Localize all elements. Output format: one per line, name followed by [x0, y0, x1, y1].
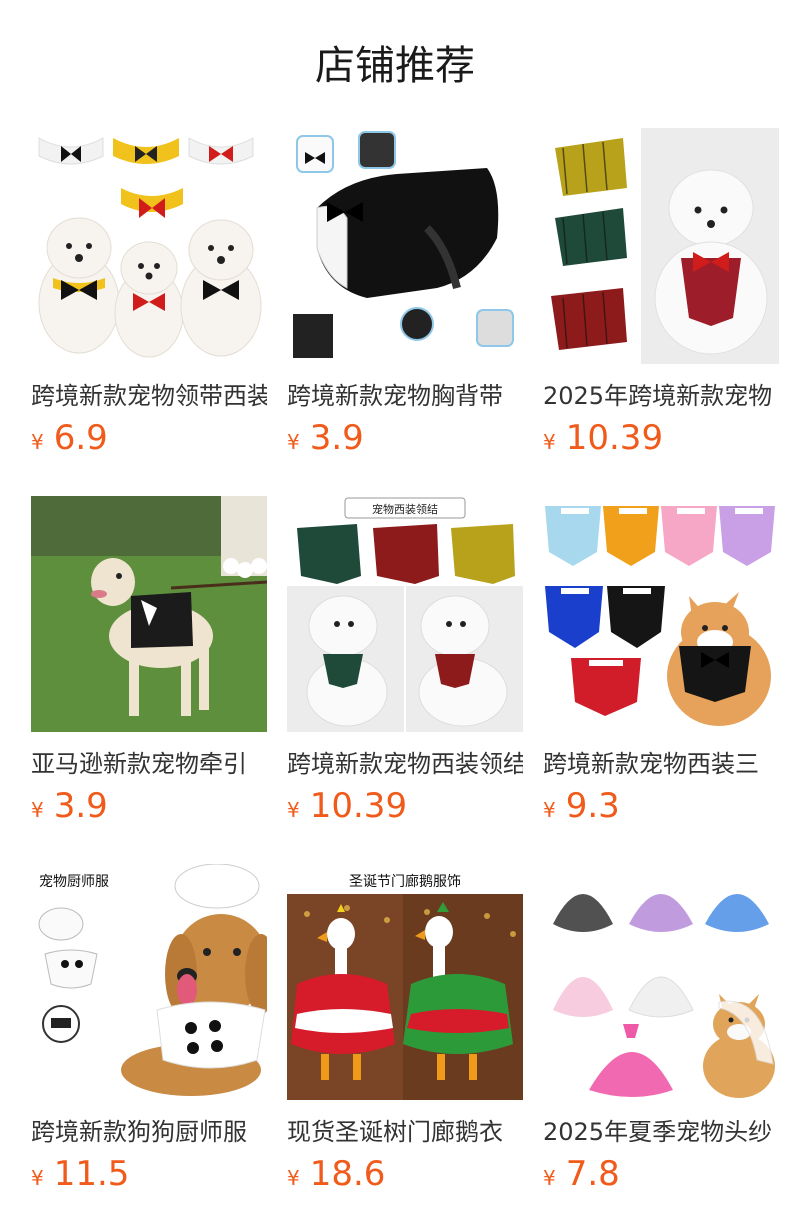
product-card[interactable]: 2025年跨境新款宠物 ¥10.39 [543, 128, 779, 468]
price-value: 9.3 [565, 786, 620, 826]
currency-symbol: ¥ [287, 798, 300, 822]
product-grid: 跨境新款宠物领带西装 ¥6.9 跨境新款宠物胸背带 ¥3.9 2025年跨境新款… [0, 0, 790, 1232]
price-value: 11.5 [53, 1154, 130, 1194]
product-image[interactable] [31, 128, 267, 364]
product-price: ¥11.5 [31, 1154, 129, 1194]
price-value: 7.8 [565, 1154, 620, 1194]
product-price: ¥3.9 [287, 418, 364, 458]
currency-symbol: ¥ [31, 798, 44, 822]
product-title[interactable]: 亚马逊新款宠物牵引 [31, 748, 267, 780]
product-card[interactable]: 跨境新款宠物西装三 ¥9.3 [543, 496, 779, 836]
product-price: ¥10.39 [543, 418, 663, 458]
product-card[interactable]: 宠物厨师服 跨境新款狗狗厨师服 ¥11.5 [31, 864, 267, 1204]
product-card[interactable]: 跨境新款宠物胸背带 ¥3.9 [287, 128, 523, 468]
price-value: 10.39 [309, 786, 408, 826]
product-price: ¥7.8 [543, 1154, 620, 1194]
product-price: ¥9.3 [543, 786, 620, 826]
product-image[interactable]: 圣诞节门廊鹅服饰 [287, 864, 523, 1100]
product-title[interactable]: 2025年夏季宠物头纱 [543, 1116, 779, 1148]
currency-symbol: ¥ [31, 1166, 44, 1190]
product-price: ¥3.9 [31, 786, 108, 826]
product-card[interactable]: 圣诞节门廊鹅服饰 现货圣诞树门廊鹅衣 ¥ 18.6 [287, 864, 523, 1204]
product-image[interactable]: 宠物西装领结 [287, 496, 523, 732]
product-image[interactable] [543, 864, 779, 1100]
product-price: ¥6.9 [31, 418, 108, 458]
currency-symbol: ¥ [287, 430, 300, 454]
image-caption: 圣诞节门廊鹅服饰 [349, 873, 461, 890]
product-title[interactable]: 跨境新款宠物胸背带 [287, 380, 523, 412]
product-card[interactable]: 2025年夏季宠物头纱 ¥7.8 [543, 864, 779, 1204]
product-image[interactable]: 宠物厨师服 [31, 864, 267, 1100]
currency-symbol: ¥ [543, 1166, 556, 1190]
product-title[interactable]: 跨境新款宠物西装领结 [287, 748, 523, 780]
product-image[interactable] [31, 496, 267, 732]
product-card[interactable]: 亚马逊新款宠物牵引 ¥3.9 [31, 496, 267, 836]
product-price: ¥18.6 [287, 1154, 385, 1194]
product-title[interactable]: 2025年跨境新款宠物 [543, 380, 779, 412]
price-value: 6.9 [53, 418, 108, 458]
product-title[interactable]: 跨境新款宠物西装三 [543, 748, 779, 780]
product-image[interactable] [287, 128, 523, 364]
currency-symbol: ¥ [543, 798, 556, 822]
price-value: 3.9 [53, 786, 108, 826]
product-price: ¥10.39 [287, 786, 407, 826]
image-caption: 宠物西装领结 [372, 502, 438, 516]
product-title[interactable]: 现货圣诞树门廊鹅衣 [287, 1116, 523, 1148]
image-caption: 宠物厨师服 [39, 874, 109, 890]
price-value: 18.6 [309, 1154, 386, 1194]
product-image[interactable] [543, 496, 779, 732]
currency-symbol: ¥ [543, 430, 556, 454]
product-card[interactable]: 跨境新款宠物领带西装 ¥6.9 [31, 128, 267, 468]
product-title[interactable]: 跨境新款宠物领带西装 [31, 380, 267, 412]
product-title[interactable]: 跨境新款狗狗厨师服 [31, 1116, 267, 1148]
product-image[interactable] [543, 128, 779, 364]
product-card[interactable]: 宠物西装领结 跨境新款宠物西装领结 ¥10.39 [287, 496, 523, 836]
price-value: 3.9 [309, 418, 364, 458]
currency-symbol: ¥ [31, 430, 44, 454]
currency-symbol: ¥ [287, 1166, 300, 1190]
price-value: 10.39 [565, 418, 664, 458]
